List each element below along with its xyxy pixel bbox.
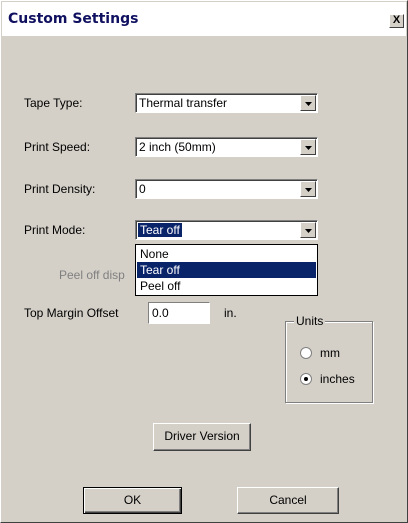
title-bar: Custom Settings X <box>2 2 406 36</box>
print-mode-select[interactable]: Tear off <box>135 220 318 240</box>
peel-off-label: Peel off disp <box>59 268 125 282</box>
print-density-dropdown-button[interactable] <box>300 181 316 197</box>
print-mode-option-peel-off[interactable]: Peel off <box>137 278 316 294</box>
print-mode-value: Tear off <box>138 223 182 237</box>
print-density-label: Print Density: <box>24 182 96 196</box>
print-mode-label: Print Mode: <box>24 223 86 237</box>
dialog-title: Custom Settings <box>8 11 139 27</box>
chevron-down-icon <box>305 146 312 150</box>
print-speed-select[interactable]: 2 inch (50mm) <box>135 137 318 157</box>
top-margin-value: 0.0 <box>152 306 169 320</box>
ok-label: OK <box>123 493 142 507</box>
units-group: Units mm inches <box>285 314 373 403</box>
top-margin-label: Top Margin Offset <box>24 306 119 320</box>
print-speed-value: 2 inch (50mm) <box>139 140 216 154</box>
chevron-down-icon <box>305 229 312 233</box>
driver-version-button[interactable]: Driver Version <box>153 423 251 451</box>
print-density-select[interactable]: 0 <box>135 179 318 199</box>
print-mode-dropdown-button[interactable] <box>300 222 316 238</box>
top-margin-unit: in. <box>224 306 237 320</box>
print-mode-option-none[interactable]: None <box>137 246 316 262</box>
custom-settings-dialog: Custom Settings X Tape Type: Thermal tra… <box>0 0 408 523</box>
close-icon[interactable]: X <box>393 14 400 26</box>
ok-button[interactable]: OK <box>83 487 182 514</box>
mm-label[interactable]: mm <box>320 346 340 360</box>
print-speed-dropdown-button[interactable] <box>300 139 316 155</box>
print-mode-dropdown-list[interactable]: None Tear off Peel off <box>135 244 318 296</box>
print-speed-label: Print Speed: <box>24 140 91 154</box>
inches-label[interactable]: inches <box>320 372 355 386</box>
tape-type-value: Thermal transfer <box>139 96 228 110</box>
print-density-value: 0 <box>139 182 146 196</box>
units-legend: Units <box>294 314 326 328</box>
cancel-button[interactable]: Cancel <box>237 487 339 514</box>
tape-type-select[interactable]: Thermal transfer <box>135 93 318 113</box>
chevron-down-icon <box>305 188 312 192</box>
cancel-label: Cancel <box>269 493 307 507</box>
close-button[interactable]: X <box>389 14 404 28</box>
top-margin-input[interactable]: 0.0 <box>148 302 210 324</box>
mm-radio[interactable] <box>300 347 312 359</box>
tape-type-dropdown-button[interactable] <box>300 95 316 111</box>
print-mode-option-tear-off[interactable]: Tear off <box>137 262 316 278</box>
inches-radio[interactable] <box>300 373 312 385</box>
driver-version-label: Driver Version <box>164 429 240 443</box>
tape-type-label: Tape Type: <box>24 96 83 110</box>
chevron-down-icon <box>305 102 312 106</box>
